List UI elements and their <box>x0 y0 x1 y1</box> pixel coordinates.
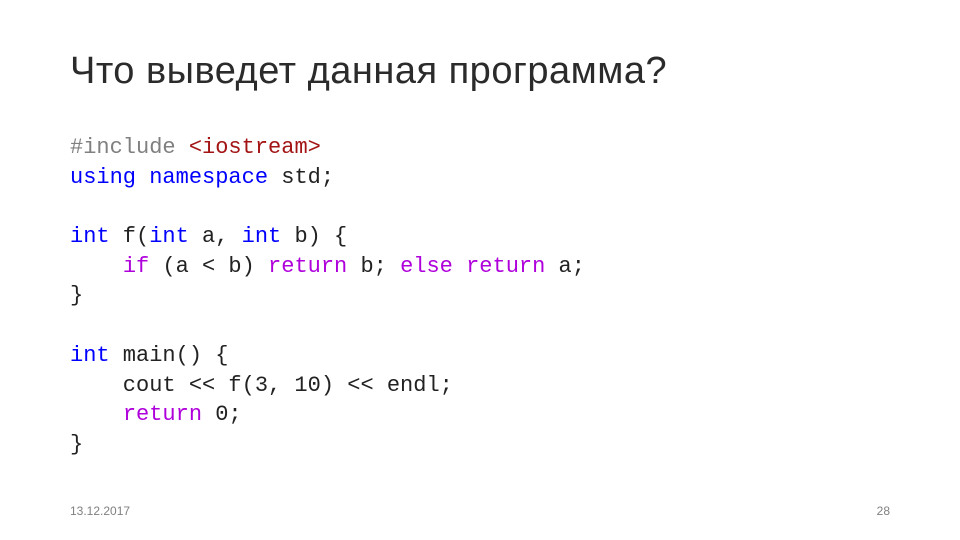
code-token: std; <box>268 165 334 190</box>
code-token: if <box>123 254 149 279</box>
code-token: using <box>70 165 136 190</box>
code-token: b; <box>347 254 400 279</box>
code-token: f( <box>110 224 150 249</box>
code-token <box>70 402 123 427</box>
code-token: cout << f(3, 10) << endl; <box>70 373 453 398</box>
code-token: int <box>70 224 110 249</box>
code-token <box>453 254 466 279</box>
code-token <box>136 165 149 190</box>
code-token: 0; <box>202 402 242 427</box>
code-token: a; <box>545 254 585 279</box>
code-token: } <box>70 283 83 308</box>
code-token: return <box>466 254 545 279</box>
code-token: else <box>400 254 453 279</box>
code-token: } <box>70 432 83 457</box>
code-token: int <box>70 343 110 368</box>
code-token: a, <box>189 224 242 249</box>
code-token: b) { <box>281 224 347 249</box>
code-token: <iostream> <box>176 135 321 160</box>
slide-title: Что выведет данная программа? <box>70 50 890 93</box>
code-token: int <box>149 224 189 249</box>
footer-date: 13.12.2017 <box>70 504 130 518</box>
code-token: return <box>123 402 202 427</box>
footer-page-number: 28 <box>877 504 890 518</box>
code-block: #include <iostream> using namespace std;… <box>70 133 890 460</box>
code-token: namespace <box>149 165 268 190</box>
code-token <box>70 254 123 279</box>
code-token: #include <box>70 135 176 160</box>
code-token: int <box>242 224 282 249</box>
code-token: (a < b) <box>149 254 268 279</box>
code-token: return <box>268 254 347 279</box>
code-token: main() { <box>110 343 229 368</box>
slide-footer: 13.12.2017 28 <box>70 504 890 518</box>
